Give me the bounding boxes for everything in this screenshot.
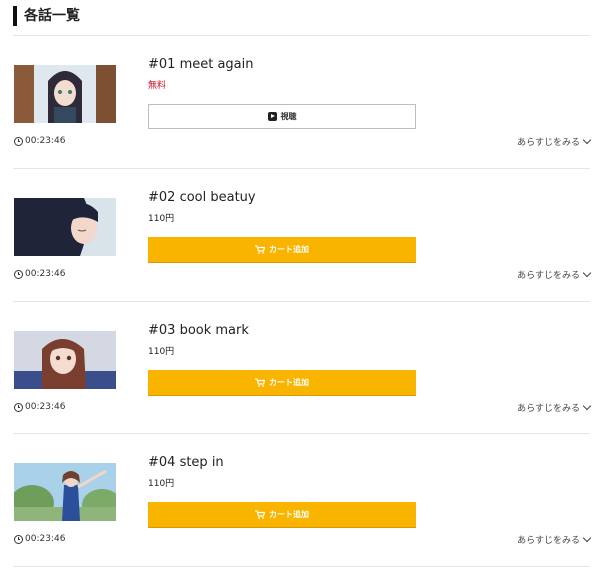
synopsis-label: あらすじをみる — [517, 536, 580, 546]
episode-title[interactable]: #01 meet again — [148, 57, 254, 73]
episode-price: 無料 — [148, 81, 167, 91]
watch-button-label: 視聴 — [280, 112, 297, 121]
episode-thumbnail[interactable] — [14, 463, 116, 521]
episode-duration: 00:23:46 — [14, 269, 65, 279]
divider — [13, 566, 590, 567]
synopsis-label: あらすじをみる — [517, 271, 580, 281]
duration-text: 00:23:46 — [25, 269, 66, 279]
add-to-cart-button[interactable]: カート追加 — [148, 370, 416, 395]
episode-duration: 00:23:46 — [14, 136, 65, 146]
cart-button-label: カート追加 — [269, 378, 309, 387]
synopsis-label: あらすじをみる — [517, 404, 580, 414]
cart-icon — [255, 378, 265, 387]
clock-icon — [14, 269, 23, 279]
clock-icon — [14, 136, 23, 146]
episode-price: 110円 — [148, 479, 175, 489]
episode-thumbnail[interactable] — [14, 198, 116, 256]
episode-item: #02 cool beatuy 110円 カート追加 00:23:46 あらすじ… — [0, 169, 600, 301]
synopsis-toggle[interactable]: あらすじをみる — [517, 401, 592, 414]
cart-button-label: カート追加 — [269, 245, 309, 254]
episode-price: 110円 — [148, 347, 175, 357]
synopsis-toggle[interactable]: あらすじをみる — [517, 533, 592, 546]
synopsis-toggle[interactable]: あらすじをみる — [517, 268, 592, 281]
episode-item: #04 step in 110円 カート追加 00:23:46 あらすじをみる — [0, 434, 600, 566]
episode-item: #03 book mark 110円 カート追加 00:23:46 あらすじをみ… — [0, 302, 600, 434]
episode-thumbnail[interactable] — [14, 331, 116, 389]
synopsis-label: あらすじをみる — [517, 138, 580, 148]
clock-icon — [14, 402, 23, 412]
duration-text: 00:23:46 — [25, 136, 66, 146]
synopsis-toggle[interactable]: あらすじをみる — [517, 135, 592, 148]
episode-duration: 00:23:46 — [14, 534, 65, 544]
add-to-cart-button[interactable]: カート追加 — [148, 237, 416, 262]
episode-thumbnail[interactable] — [14, 65, 116, 123]
episode-title[interactable]: #04 step in — [148, 455, 224, 471]
episode-title[interactable]: #02 cool beatuy — [148, 190, 256, 206]
episode-price: 110円 — [148, 214, 175, 224]
episode-item: #01 meet again 無料 視聴 00:23:46 あらすじをみる — [0, 36, 600, 168]
chevron-down-icon — [582, 268, 592, 278]
watch-button[interactable]: 視聴 — [148, 104, 416, 129]
section-title: 各話一覧 — [13, 6, 80, 26]
add-to-cart-button[interactable]: カート追加 — [148, 502, 416, 527]
cart-icon — [255, 245, 265, 254]
episode-title[interactable]: #03 book mark — [148, 323, 249, 339]
play-icon — [267, 112, 277, 121]
duration-text: 00:23:46 — [25, 534, 66, 544]
chevron-down-icon — [582, 135, 592, 145]
episode-duration: 00:23:46 — [14, 402, 65, 412]
cart-icon — [255, 510, 265, 519]
cart-button-label: カート追加 — [269, 510, 309, 519]
chevron-down-icon — [582, 533, 592, 543]
duration-text: 00:23:46 — [25, 402, 66, 412]
chevron-down-icon — [582, 401, 592, 411]
clock-icon — [14, 534, 23, 544]
